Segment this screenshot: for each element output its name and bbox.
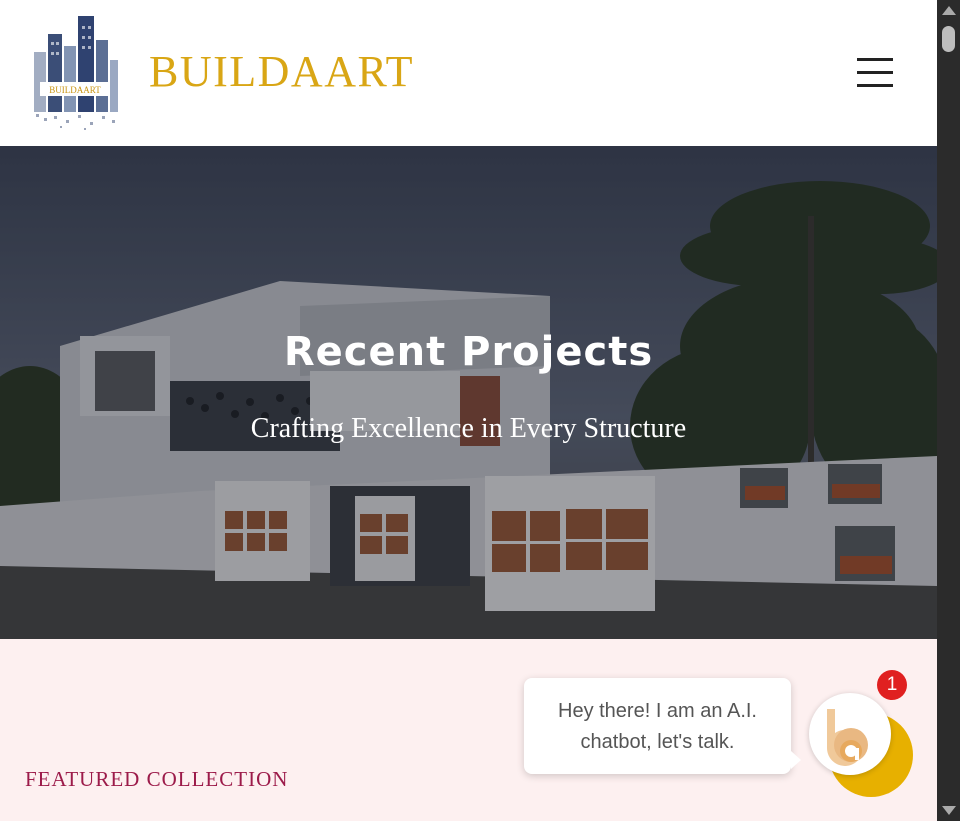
menu-bar (857, 58, 893, 61)
hero-banner: Recent Projects Crafting Excellence in E… (0, 146, 937, 639)
chatbot-logo-icon (827, 709, 868, 766)
logo-mark-text: BUILDAART (49, 85, 101, 95)
site-header: BUILDAART BUILDAART (0, 0, 937, 146)
scroll-down-arrow-icon[interactable] (942, 806, 956, 815)
menu-bar (857, 84, 893, 87)
page: BUILDAART BUILDAART Recent Projects Craf… (0, 0, 937, 821)
scroll-thumb[interactable] (942, 26, 955, 52)
chatbot-launcher-button[interactable] (809, 693, 891, 775)
brand-name[interactable]: BUILDAART (149, 46, 414, 97)
chatbot-message-bubble[interactable]: Hey there! I am an A.I. chatbot, let's t… (524, 678, 801, 774)
chat-message-line: chatbot, let's talk. (580, 731, 735, 753)
vertical-scrollbar[interactable] (937, 0, 960, 821)
hamburger-menu-icon[interactable] (854, 55, 894, 91)
buildaart-logo-icon[interactable]: BUILDAART (26, 12, 122, 132)
bubble-tail (791, 751, 801, 769)
notification-badge: 1 (877, 670, 907, 700)
chat-message-line: Hey there! I am an A.I. (558, 700, 757, 722)
featured-section: FEATURED COLLECTION (0, 639, 937, 821)
hero-subtitle: Crafting Excellence in Every Structure (250, 413, 687, 444)
hero-overlay (0, 146, 937, 639)
featured-collection-label: FEATURED COLLECTION (25, 767, 289, 791)
scroll-up-arrow-icon[interactable] (942, 6, 956, 15)
hero-title: Recent Projects (283, 329, 654, 375)
menu-bar (857, 71, 893, 74)
